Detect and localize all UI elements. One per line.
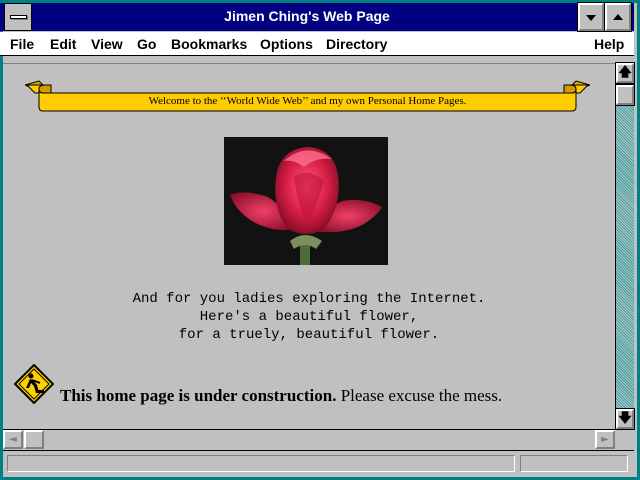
banner-text: Welcome to the ‘‘World Wide Web’’ and my… (148, 95, 467, 107)
window-title: Jimen Ching's Web Page (224, 8, 390, 24)
horizontal-scroll-thumb[interactable] (24, 430, 44, 449)
maximize-button[interactable] (604, 2, 632, 32)
construction-notice-rest: Please excuse the mess. (336, 386, 503, 405)
status-progress (520, 455, 628, 472)
menu-directory[interactable]: Directory (326, 36, 387, 52)
menu-view[interactable]: View (91, 36, 123, 52)
vertical-scroll-track[interactable] (616, 63, 634, 429)
status-text (7, 455, 515, 472)
menu-bar: File Edit View Go Bookmarks Options Dire… (0, 32, 634, 56)
scroll-right-arrow-icon: ► (601, 434, 609, 445)
title-bar[interactable]: Jimen Ching's Web Page (0, 2, 634, 32)
scroll-up-button[interactable]: 🡅 (615, 62, 635, 84)
vertical-scrollbar[interactable]: 🡅 🡇 (615, 62, 635, 430)
page-content: Welcome to the ‘‘World Wide Web’’ and my… (3, 63, 615, 429)
construction-notice-bold: This home page is under construction. (60, 386, 337, 405)
under-construction-sign-icon (14, 364, 54, 404)
menu-edit[interactable]: Edit (50, 36, 76, 52)
menu-go[interactable]: Go (137, 36, 156, 52)
poem-text: And for you ladies exploring the Interne… (132, 291, 486, 343)
status-bar (3, 450, 634, 474)
minimize-arrow-icon (586, 15, 596, 21)
vertical-scroll-thumb[interactable] (615, 84, 635, 106)
scroll-right-button[interactable]: ► (595, 430, 615, 449)
scroll-up-arrow-icon: 🡅 (618, 65, 632, 80)
system-menu-icon[interactable] (4, 3, 32, 31)
scroll-down-button[interactable]: 🡇 (615, 408, 635, 430)
rose-image (224, 137, 388, 265)
menu-options[interactable]: Options (260, 36, 313, 52)
maximize-arrow-icon (613, 14, 623, 20)
scroll-left-arrow-icon: ◄ (9, 434, 17, 445)
rose-picture (224, 137, 388, 265)
scroll-down-arrow-icon: 🡇 (618, 411, 632, 426)
menu-file[interactable]: File (10, 36, 34, 52)
horizontal-scrollbar[interactable]: ◄ ► (3, 429, 615, 449)
construction-notice: This home page is under construction. Pl… (60, 386, 502, 406)
minimize-button[interactable] (577, 2, 605, 32)
menu-help[interactable]: Help (594, 36, 624, 52)
welcome-banner: Welcome to the ‘‘World Wide Web’’ and my… (23, 79, 592, 115)
scroll-left-button[interactable]: ◄ (3, 430, 23, 449)
menu-bookmarks[interactable]: Bookmarks (171, 36, 247, 52)
